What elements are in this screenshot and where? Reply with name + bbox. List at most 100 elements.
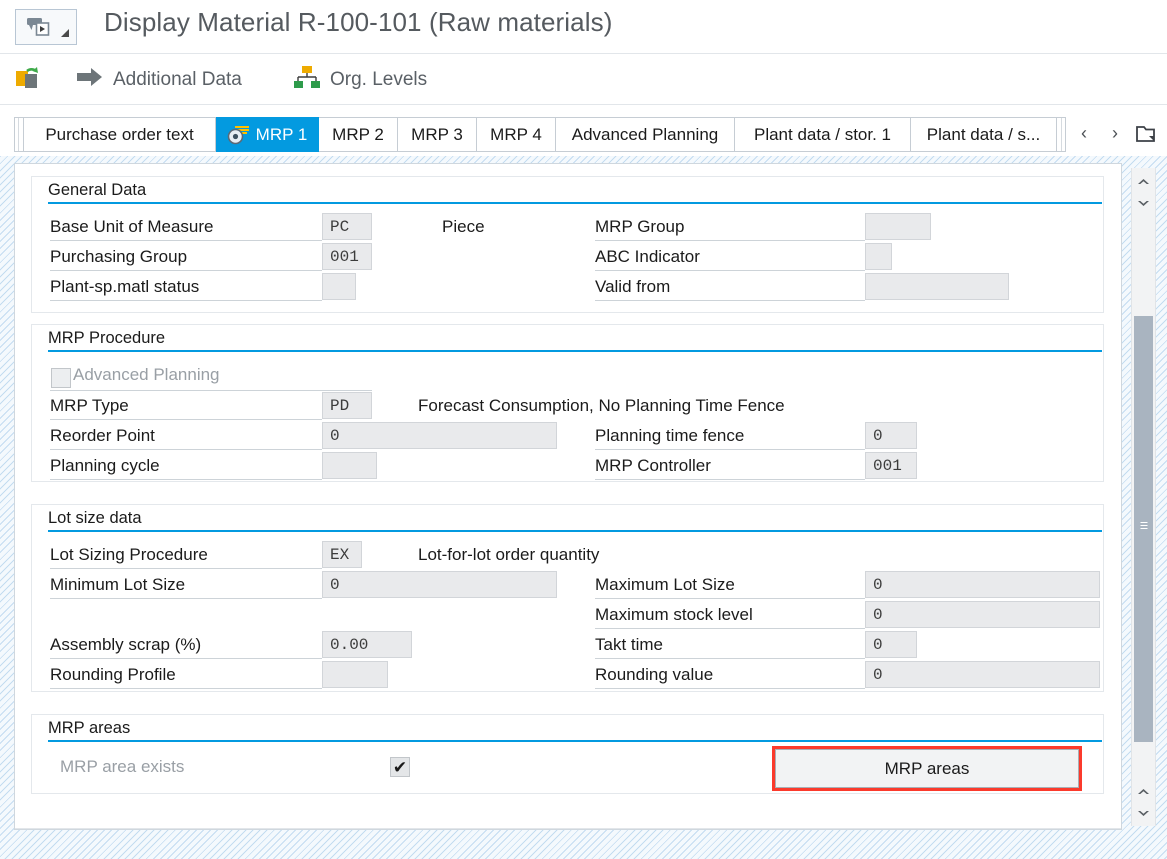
field-rounding-profile[interactable]	[322, 661, 388, 688]
toolbar-org-levels-button[interactable]: Org. Levels	[293, 54, 427, 105]
tab-strip: Purchase order text MRP 1 MRP 2 MRP 3 MR…	[0, 112, 1167, 268]
tab-mrp-4[interactable]: MRP 4	[477, 117, 556, 152]
field-reorder-point[interactable]: 0	[322, 422, 557, 449]
scrollbar-thumb[interactable]	[1134, 316, 1153, 742]
scroll-down-button[interactable]	[1132, 802, 1155, 824]
label-takt-time: Takt time	[595, 635, 664, 654]
tab-label: Purchase order text	[45, 124, 194, 144]
tab-scroll-next-button[interactable]: ›	[1112, 124, 1118, 142]
label-plant-sp-matl-status: Plant-sp.matl status	[50, 277, 200, 296]
tab-mrp-3[interactable]: MRP 3	[398, 117, 477, 152]
toolbar-additional-data-button[interactable]: Additional Data	[76, 54, 242, 105]
tab-label: Advanced Planning	[571, 124, 719, 144]
field-plant-sp-matl-status[interactable]	[322, 273, 356, 300]
sap-material-master-window: Display Material R-100-101 (Raw material…	[0, 0, 1167, 859]
toolbar-material-copy-button[interactable]	[14, 54, 44, 105]
section-lot-size-data-rule	[48, 530, 1102, 532]
label-abc-indicator: ABC Indicator	[595, 247, 700, 266]
tab-mrp-1[interactable]: MRP 1	[216, 117, 319, 152]
toolbar: Additional Data Org. Levels	[0, 54, 1167, 105]
tab-list-icon[interactable]	[1136, 125, 1156, 148]
underline	[50, 390, 372, 391]
title-bar: Display Material R-100-101 (Raw material…	[0, 0, 1167, 54]
field-minimum-lot-size[interactable]: 0	[322, 571, 557, 598]
underline	[50, 240, 322, 241]
label-purchasing-group: Purchasing Group	[50, 247, 188, 266]
field-maximum-lot-size[interactable]: 0	[865, 571, 1100, 598]
tab-mrp-2[interactable]: MRP 2	[319, 117, 398, 152]
text-mrp-type-description: Forecast Consumption, No Planning Time F…	[418, 396, 785, 415]
form-canvas: General Data Base Unit of Measure PC Pie…	[14, 163, 1122, 830]
underline	[595, 240, 865, 241]
label-mrp-type: MRP Type	[50, 396, 129, 415]
field-mrp-controller[interactable]: 001	[865, 452, 917, 479]
scroll-page-up-button[interactable]	[1132, 192, 1155, 214]
field-planning-time-fence[interactable]: 0	[865, 422, 917, 449]
label-rounding-value: Rounding value	[595, 665, 714, 684]
underline	[595, 270, 865, 271]
toolbar-org-levels-label: Org. Levels	[330, 68, 428, 90]
mrp-areas-button[interactable]: MRP areas	[775, 749, 1079, 788]
label-lot-sizing-procedure: Lot Sizing Procedure	[50, 545, 208, 564]
field-planning-cycle[interactable]	[322, 452, 377, 479]
underline	[50, 270, 322, 271]
back-navigation-icon	[24, 15, 54, 41]
field-purchasing-group[interactable]: 001	[322, 243, 372, 270]
tab-plant-data-stor-1[interactable]: Plant data / stor. 1	[735, 117, 911, 152]
label-advanced-planning: Advanced Planning	[73, 365, 220, 384]
label-minimum-lot-size: Minimum Lot Size	[50, 575, 186, 594]
tab-advanced-planning[interactable]: Advanced Planning	[556, 117, 735, 152]
footer-divider	[15, 828, 1121, 829]
field-base-unit-of-measure[interactable]: PC	[322, 213, 372, 240]
label-planning-cycle: Planning cycle	[50, 456, 160, 475]
underline	[50, 300, 322, 301]
tab-strip-right-edge	[1057, 117, 1066, 152]
field-rounding-value[interactable]: 0	[865, 661, 1100, 688]
underline	[595, 688, 865, 689]
section-mrp-areas-rule	[48, 740, 1102, 742]
label-rounding-profile: Rounding Profile	[50, 665, 176, 684]
field-assembly-scrap[interactable]: 0.00	[322, 631, 412, 658]
section-mrp-procedure-rule	[48, 350, 1102, 352]
field-maximum-stock-level[interactable]: 0	[865, 601, 1100, 628]
tab-plant-data-stor-2[interactable]: Plant data / s...	[911, 117, 1057, 152]
tab-scroll-prev-button[interactable]: ‹	[1081, 124, 1087, 142]
page-title: Display Material R-100-101 (Raw material…	[104, 7, 613, 37]
mrp-tab-icon	[227, 124, 251, 146]
field-mrp-group[interactable]	[865, 213, 931, 240]
dropdown-caret-icon[interactable]	[61, 29, 69, 37]
underline	[50, 598, 322, 599]
underline	[595, 449, 865, 450]
tab-purchase-order-text[interactable]: Purchase order text	[23, 117, 216, 152]
field-valid-from[interactable]	[865, 273, 1009, 300]
scroll-page-down-button[interactable]	[1132, 780, 1155, 802]
checkbox-advanced-planning[interactable]	[51, 368, 71, 388]
section-mrp-procedure: MRP Procedure Advanced Planning MRP Type…	[31, 324, 1104, 482]
vertical-scrollbar[interactable]	[1131, 168, 1156, 826]
section-mrp-areas: MRP areas MRP area exists ✔ MRP areas	[31, 714, 1104, 794]
field-lot-sizing-procedure[interactable]: EX	[322, 541, 362, 568]
label-maximum-stock-level: Maximum stock level	[595, 605, 753, 624]
tab-strip-left-edge	[14, 117, 23, 152]
field-mrp-type[interactable]: PD	[322, 392, 372, 419]
label-planning-time-fence: Planning time fence	[595, 426, 745, 445]
underline	[50, 479, 322, 480]
underline	[50, 568, 322, 569]
tab-label: MRP 1	[255, 124, 308, 144]
mrp-areas-button-highlight: MRP areas	[772, 746, 1082, 791]
toolbar-divider	[0, 104, 1167, 105]
tab-label: Plant data / stor. 1	[753, 124, 892, 144]
section-general-data: General Data Base Unit of Measure PC Pie…	[31, 176, 1104, 313]
field-abc-indicator[interactable]	[865, 243, 892, 270]
label-mrp-area-exists: MRP area exists	[60, 757, 185, 776]
section-lot-size-data-title: Lot size data	[48, 509, 142, 527]
checkbox-mrp-area-exists[interactable]: ✔	[390, 757, 410, 777]
scroll-up-button[interactable]	[1132, 170, 1155, 192]
section-mrp-areas-title: MRP areas	[48, 719, 131, 737]
field-takt-time[interactable]: 0	[865, 631, 917, 658]
tab-label: MRP 4	[490, 124, 542, 144]
back-navigation-button[interactable]	[15, 9, 77, 45]
section-general-data-rule	[48, 202, 1102, 204]
underline	[595, 598, 865, 599]
text-lot-sizing-description: Lot-for-lot order quantity	[418, 545, 600, 564]
